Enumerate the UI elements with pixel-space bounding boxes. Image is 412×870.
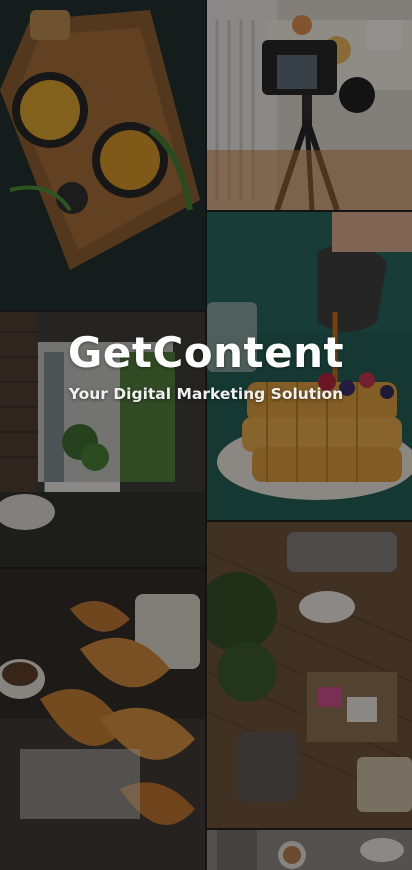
brand-title: GetContent xyxy=(67,328,345,377)
brand-block: GetContent Your Digital Marketing Soluti… xyxy=(0,328,412,403)
photo-collage xyxy=(0,0,412,870)
brand-tagline: Your Digital Marketing Solution xyxy=(68,385,344,403)
dark-overlay xyxy=(0,0,412,870)
